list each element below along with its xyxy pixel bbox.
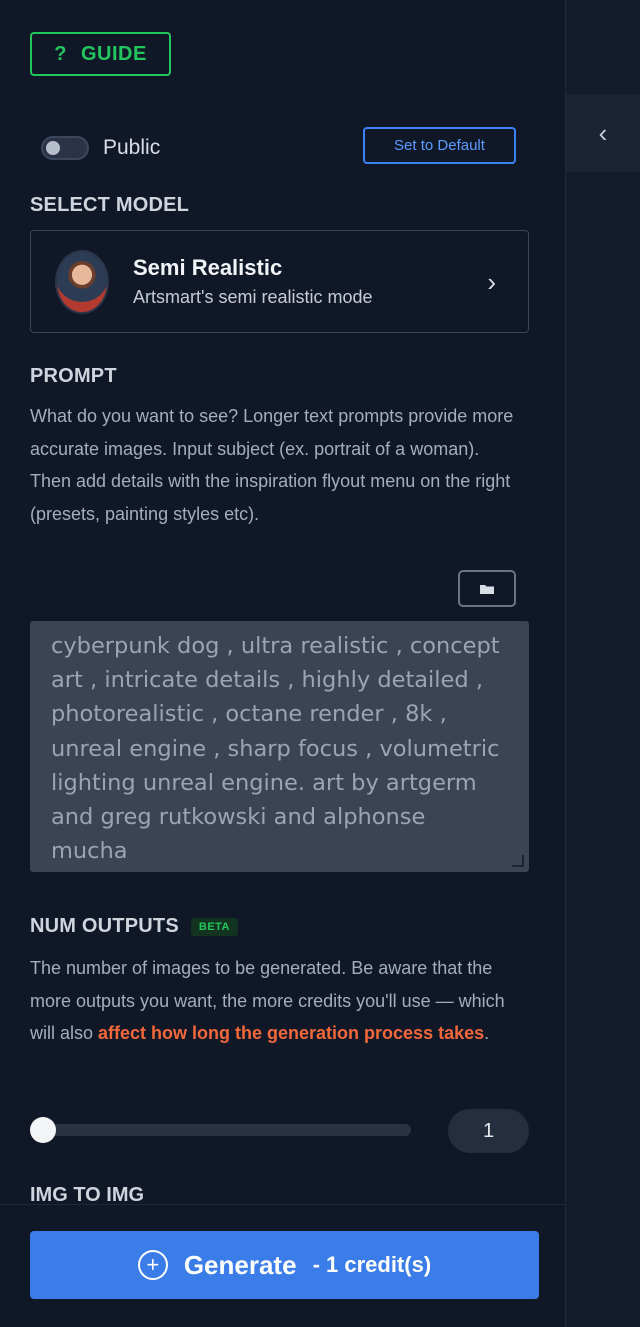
prompt-title: PROMPT (30, 365, 117, 387)
chevron-left-icon: ‹ (598, 117, 608, 148)
model-description: Artsmart's semi realistic mode (133, 287, 373, 307)
public-toggle[interactable] (41, 136, 89, 160)
question-icon: ? (54, 42, 67, 65)
model-avatar (55, 249, 109, 314)
num-outputs-header: NUM OUTPUTS BETA (30, 915, 239, 938)
collapse-panel-button[interactable]: ‹ (566, 94, 640, 172)
right-rail (566, 0, 640, 1327)
prompt-input[interactable]: cyberpunk dog , ultra realistic , concep… (30, 621, 529, 872)
toggle-knob (46, 141, 60, 155)
num-outputs-warning: affect how long the generation process t… (98, 1023, 485, 1043)
folder-icon (480, 584, 494, 594)
settings-panel: ? GUIDE Public Set to Default SELECT MOD… (0, 0, 566, 1327)
num-outputs-slider-thumb[interactable] (30, 1117, 56, 1143)
plus-circle-icon: + (137, 1250, 168, 1280)
public-label: Public (103, 136, 161, 159)
select-model-title: SELECT MODEL (30, 194, 190, 216)
guide-button[interactable]: ? GUIDE (30, 32, 171, 76)
public-row: Public (41, 130, 160, 166)
set-default-button[interactable]: Set to Default (363, 127, 516, 164)
guide-label: GUIDE (80, 42, 147, 65)
model-name: Semi Realistic (133, 255, 283, 280)
num-outputs-value[interactable]: 1 (448, 1109, 529, 1153)
folder-button[interactable] (458, 570, 516, 607)
num-outputs-slider-track[interactable] (30, 1124, 411, 1136)
num-outputs-title: NUM OUTPUTS (30, 915, 179, 937)
beta-badge: BETA (190, 917, 239, 936)
chevron-right-icon: › (487, 267, 496, 297)
model-selector[interactable]: Semi Realistic Artsmart's semi realistic… (30, 230, 529, 333)
num-outputs-help: The number of images to be generated. Be… (30, 952, 530, 1050)
prompt-help-text: What do you want to see? Longer text pro… (30, 406, 514, 524)
img-to-img-title: IMG TO IMG (30, 1184, 145, 1206)
generate-label: Generate (183, 1249, 297, 1280)
resize-grip-icon[interactable] (512, 855, 524, 867)
model-text: Semi Realistic Artsmart's semi realistic… (133, 255, 372, 308)
generate-cost: - 1 credit(s) (312, 1252, 432, 1277)
generate-button[interactable]: + Generate - 1 credit(s) (30, 1231, 539, 1299)
num-outputs-help-suffix: . (484, 1023, 490, 1043)
